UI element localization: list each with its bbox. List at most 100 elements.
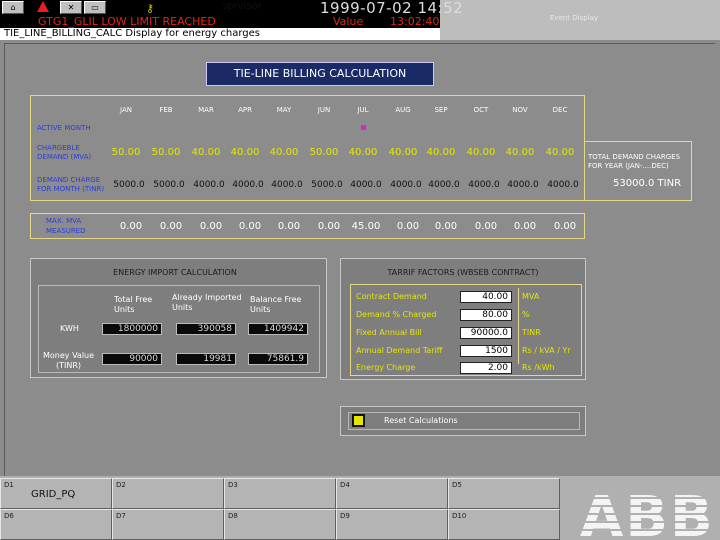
reset-frame — [348, 412, 580, 430]
tariff-unit: Rs / kVA / Yr — [522, 346, 571, 355]
demand-percent-input[interactable]: 80.00 — [460, 309, 512, 321]
kwh-imported-display: 390058 — [176, 323, 236, 335]
max-mva-value: 45.00 — [351, 221, 381, 232]
tariff-unit: Rs /kWh — [522, 363, 555, 372]
reset-calculations-label: Reset Calculations — [384, 416, 458, 425]
total-charges-label: TOTAL DEMAND CHARGES FOR YEAR (JAN-....D… — [588, 153, 680, 171]
row-money-value-line: (TINR) — [56, 361, 82, 370]
nav-key-code: D3 — [228, 481, 238, 489]
nav-key-code: D6 — [4, 512, 14, 520]
month-header: JUL — [357, 106, 369, 114]
nav-key-d9[interactable]: D9 — [336, 509, 448, 540]
row-money-value: Money Value (TINR) — [43, 351, 94, 371]
month-header: AUG — [395, 106, 411, 114]
nav-key-d2[interactable]: D2 — [112, 478, 224, 509]
page-title: TIE-LINE BILLING CALCULATION — [233, 67, 407, 80]
alarm-message[interactable]: GTG1_GLIL LOW LIMIT REACHED — [38, 15, 216, 28]
alarm-time: 13:02:40 — [390, 15, 440, 28]
tariff-unit: MVA — [522, 292, 540, 301]
month-header: NOV — [512, 106, 528, 114]
demand-charge-value: 4000.0 — [547, 180, 579, 190]
row-label-chargeable: DEMAND (MVA) — [37, 153, 92, 161]
total-charges-box — [584, 141, 692, 201]
row-label-chargeable: CHARGEBLE — [37, 144, 80, 152]
nav-key-code: D4 — [340, 481, 350, 489]
nav-key-code: D8 — [228, 512, 238, 520]
nav-key-d3[interactable]: D3 — [224, 478, 336, 509]
month-header: MAY — [276, 106, 292, 114]
col-already-imported: Already Imported Units — [172, 293, 242, 313]
nav-key-d6[interactable]: D6 — [0, 509, 112, 540]
month-header: JAN — [120, 106, 132, 114]
nav-key-d8[interactable]: D8 — [224, 509, 336, 540]
tariff-factors-title: TARRIF FACTORS (WBSEB CONTRACT) — [387, 268, 539, 277]
chargeable-demand-value: 40.00 — [545, 147, 575, 158]
total-charges-value: 53000.0 TINR — [613, 178, 682, 189]
tariff-unit: TINR — [522, 328, 541, 337]
col-already-imported-line: Already Imported — [172, 293, 242, 302]
display-title: TIE_LINE_BILLING_CALC Display for energy… — [4, 28, 260, 39]
row-label-active-month: ACTIVE MONTH — [37, 124, 91, 132]
month-header: SEP — [434, 106, 448, 114]
col-total-free: Total Free Units — [114, 295, 152, 315]
month-header: OCT — [473, 106, 489, 114]
nav-key-code: D1 — [4, 481, 14, 489]
event-display-button[interactable]: Event Display — [550, 14, 598, 22]
col-total-free-line: Total Free — [114, 295, 153, 304]
contract-demand-input[interactable]: 40.00 — [460, 291, 512, 303]
col-total-free-line: Units — [114, 305, 135, 314]
money-imported-display: 19981 — [176, 353, 236, 365]
alarm-type: Value — [333, 15, 364, 28]
tariff-divider — [518, 288, 519, 364]
energy-import-title: ENERGY IMPORT CALCULATION — [113, 268, 237, 277]
nav-key-d4[interactable]: D4 — [336, 478, 448, 509]
tariff-label: Fixed Annual Bill — [356, 328, 422, 337]
nav-key-code: D7 — [116, 512, 126, 520]
month-header: DEC — [552, 106, 568, 114]
active-month-marker — [361, 125, 366, 130]
month-header: JUN — [317, 106, 331, 114]
minimize-icon[interactable]: ▭ — [84, 1, 106, 14]
kwh-total-display: 1800000 — [102, 323, 162, 335]
nav-key-code: D10 — [452, 512, 467, 520]
nav-key-label: GRID_PQ — [31, 489, 76, 500]
acknowledge-icon[interactable]: ✕ — [60, 1, 82, 14]
nav-key-code: D2 — [116, 481, 126, 489]
money-balance-display: 75861.9 — [248, 353, 308, 365]
row-label-max-mva: MEASURED — [46, 227, 86, 235]
max-mva-value: 0.00 — [553, 221, 577, 232]
row-money-value-line: Money Value — [43, 351, 95, 360]
month-header: MAR — [198, 106, 214, 114]
reset-calculations-button[interactable] — [352, 414, 365, 427]
tariff-label: Contract Demand — [356, 292, 427, 301]
key-icon[interactable]: ⚷ — [146, 2, 154, 15]
row-kwh: KWH — [60, 324, 79, 333]
nav-key-code: D9 — [340, 512, 350, 520]
kwh-balance-display: 1409942 — [248, 323, 308, 335]
month-header: FEB — [159, 106, 173, 114]
energy-charge-input[interactable]: 2.00 — [460, 362, 512, 374]
page-title-box: TIE-LINE BILLING CALCULATION — [206, 62, 434, 86]
total-charges-label-line: FOR YEAR (JAN-....DEC) — [588, 162, 669, 170]
col-balance-free: Balance Free Units — [250, 295, 301, 315]
row-label-max-mva: MAX. MVA — [46, 217, 82, 225]
nav-key-d1[interactable]: D1 GRID_PQ — [0, 478, 112, 509]
month-header: APR — [238, 106, 252, 114]
tariff-label: Demand % Charged — [356, 310, 437, 319]
annual-demand-tariff-input[interactable]: 1500 — [460, 345, 512, 357]
tariff-unit: % — [522, 310, 530, 319]
fixed-annual-bill-input[interactable]: 90000.0 — [460, 327, 512, 339]
row-label-demand-charge: FOR MONTH (TINR) — [37, 185, 105, 193]
money-total-display: 90000 — [102, 353, 162, 365]
nav-key-code: D5 — [452, 481, 462, 489]
nav-key-d7[interactable]: D7 — [112, 509, 224, 540]
row-label-demand-charge: DEMAND CHARGE — [37, 176, 101, 184]
nav-key-d5[interactable]: D5 — [448, 478, 560, 509]
tariff-label: Energy Charge — [356, 363, 416, 372]
nav-key-d10[interactable]: D10 — [448, 509, 560, 540]
total-charges-label-line: TOTAL DEMAND CHARGES — [588, 153, 681, 161]
home-icon[interactable]: ⌂ — [2, 1, 24, 14]
col-balance-free-line: Balance Free — [250, 295, 302, 304]
user-name: sprvisor — [222, 1, 262, 12]
warning-icon[interactable] — [37, 1, 49, 12]
